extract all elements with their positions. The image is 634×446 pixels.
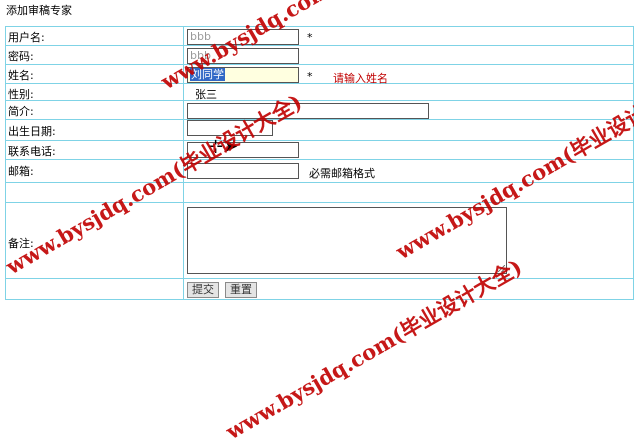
username-label: 用户名: <box>8 31 45 44</box>
birthday-input[interactable] <box>187 120 273 136</box>
name-input[interactable]: 刘同学 <box>187 67 299 83</box>
resize-grip-icon[interactable] <box>498 265 505 272</box>
remark-textarea[interactable] <box>187 207 507 274</box>
reset-button[interactable]: 重置 <box>225 282 257 298</box>
name-input-selected-text: 刘同学 <box>190 68 225 81</box>
name-error-message: 请输入姓名 <box>333 72 388 85</box>
birthday-label: 出生日期: <box>8 125 56 138</box>
page-title: 添加审稿专家 <box>6 4 72 17</box>
name-autocomplete-suggestion[interactable]: 张三 <box>195 86 217 102</box>
form-table: 用户名: 密码: 姓名: 性别: 简介: 出生日期: 联系电话: 邮箱: 备注:… <box>5 26 634 300</box>
password-label: 密码: <box>8 50 34 63</box>
busy-cursor-icon: ⊹➤ <box>208 136 239 157</box>
email-label: 邮箱: <box>8 165 34 178</box>
email-input[interactable] <box>187 163 299 179</box>
submit-button[interactable]: 提交 <box>187 282 219 298</box>
intro-label: 简介: <box>8 105 34 118</box>
name-label: 姓名: <box>8 69 34 82</box>
password-input[interactable]: bbb <box>187 48 299 64</box>
name-required-mark: * <box>307 70 313 83</box>
username-required-mark: * <box>307 31 313 44</box>
phone-label: 联系电话: <box>8 145 56 158</box>
intro-input[interactable] <box>187 103 429 119</box>
username-input[interactable]: bbb <box>187 29 299 45</box>
email-format-hint: 必需邮箱格式 <box>309 167 375 180</box>
remark-label: 备注: <box>8 237 34 250</box>
gender-label: 性别: <box>8 88 34 101</box>
phone-input[interactable] <box>187 142 299 158</box>
